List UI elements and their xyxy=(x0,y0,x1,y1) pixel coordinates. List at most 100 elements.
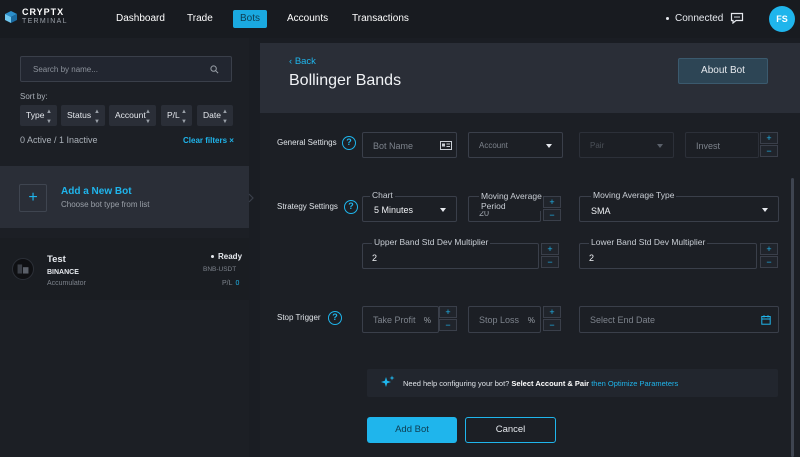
sort-account-button[interactable]: Account ▲ ▼ xyxy=(109,105,156,126)
account-select[interactable]: Account xyxy=(468,132,563,158)
search-input[interactable] xyxy=(21,57,201,81)
percent-label: % xyxy=(423,316,431,325)
bot-name: Test xyxy=(47,254,66,265)
bot-pl: P/L 0 xyxy=(222,280,240,287)
about-bot-button[interactable]: About Bot xyxy=(678,58,768,84)
clear-filters-link[interactable]: Clear filters × xyxy=(183,136,234,145)
nav-bots[interactable]: Bots xyxy=(233,10,268,28)
bot-list-item[interactable]: Test BINANCE Accumulator Ready BNB-USDT … xyxy=(0,238,249,300)
stop-loss-stepper: + − xyxy=(543,306,561,331)
sort-arrows-icon: ▲ ▼ xyxy=(222,109,228,125)
plus-icon: + xyxy=(19,184,47,212)
search-icon[interactable] xyxy=(210,65,219,74)
chevron-down-icon xyxy=(440,208,446,212)
increment-button[interactable]: + xyxy=(543,196,561,208)
bot-exchange: BINANCE xyxy=(47,269,79,276)
help-icon[interactable]: ? xyxy=(344,200,358,214)
sort-arrows-icon: ▲ ▼ xyxy=(46,109,52,125)
add-bot-subtitle: Choose bot type from list xyxy=(61,200,150,209)
calendar-icon[interactable] xyxy=(761,315,771,325)
sort-type-button[interactable]: Type ▲ ▼ xyxy=(20,105,57,126)
id-card-icon xyxy=(440,141,452,150)
bot-counts: 0 Active / 1 Inactive xyxy=(20,135,98,145)
chevron-down-icon xyxy=(657,144,663,148)
back-link[interactable]: ‹ Back xyxy=(289,56,316,67)
add-bot-title: Add a New Bot xyxy=(61,186,132,197)
general-settings-label: General Settings xyxy=(277,138,337,147)
help-banner: Need help configuring your bot? Select A… xyxy=(367,369,778,397)
upper-band-label: Upper Band Std Dev Multiplier xyxy=(372,237,491,247)
stop-loss-field[interactable]: Stop Loss % xyxy=(468,306,541,333)
decrement-button[interactable]: − xyxy=(541,256,559,268)
increment-button[interactable]: + xyxy=(439,306,457,318)
add-new-bot-card[interactable]: + Add a New Bot Choose bot type from lis… xyxy=(0,166,249,228)
app-logo[interactable]: CRYPTX TERMINAL xyxy=(4,8,68,26)
help-icon[interactable]: ? xyxy=(342,136,356,150)
sort-arrows-icon: ▲ ▼ xyxy=(145,109,151,125)
chevron-down-icon xyxy=(546,144,552,148)
chat-bubble-icon[interactable] xyxy=(730,12,744,24)
upper-band-stepper: + − xyxy=(541,243,559,268)
sort-pl-button[interactable]: P/L ▲ ▼ xyxy=(161,105,192,126)
decrement-button[interactable]: − xyxy=(760,256,778,268)
top-bar: CRYPTX TERMINAL Dashboard Trade Bots Acc… xyxy=(0,0,800,38)
ma-period-stepper: + − xyxy=(543,196,561,221)
chevron-down-icon xyxy=(762,208,768,212)
sort-status-button[interactable]: Status ▲ ▼ xyxy=(61,105,105,126)
percent-label: % xyxy=(527,316,535,325)
bot-pair: BNB-USDT xyxy=(203,266,237,273)
help-bold-text: Select Account & Pair xyxy=(511,379,590,388)
scrollbar[interactable] xyxy=(791,178,794,457)
connection-status: Connected xyxy=(666,13,723,24)
cancel-button[interactable]: Cancel xyxy=(465,417,556,443)
lower-band-label: Lower Band Std Dev Multiplier xyxy=(589,237,708,247)
bot-status: Ready xyxy=(211,252,242,261)
nav-accounts[interactable]: Accounts xyxy=(287,10,328,28)
decrement-button[interactable]: − xyxy=(543,319,561,331)
cube-logo-icon xyxy=(5,11,17,23)
increment-button[interactable]: + xyxy=(541,243,559,255)
increment-button[interactable]: + xyxy=(543,306,561,318)
invest-stepper: + − xyxy=(760,132,778,157)
bot-settings-form xyxy=(260,113,800,457)
help-icon[interactable]: ? xyxy=(328,311,342,325)
take-profit-field[interactable]: Take Profit % xyxy=(362,306,439,333)
nav-dashboard[interactable]: Dashboard xyxy=(116,10,165,28)
invest-field[interactable]: Invest xyxy=(685,132,759,158)
status-dot xyxy=(666,17,669,20)
search-box xyxy=(20,56,232,82)
decrement-button[interactable]: − xyxy=(543,209,561,221)
bot-exchange-logo-icon xyxy=(12,258,34,280)
nav-transactions[interactable]: Transactions xyxy=(352,10,409,28)
strategy-settings-label: Strategy Settings xyxy=(277,202,338,211)
increment-button[interactable]: + xyxy=(760,132,778,144)
user-avatar[interactable]: FS xyxy=(769,6,795,32)
sort-date-button[interactable]: Date ▲ ▼ xyxy=(197,105,233,126)
sparkle-icon xyxy=(381,375,395,387)
logo-title: CRYPTX xyxy=(22,7,65,17)
pair-select[interactable]: Pair xyxy=(579,132,674,158)
stop-trigger-label: Stop Trigger xyxy=(277,313,321,322)
nav-trade[interactable]: Trade xyxy=(187,10,213,28)
chart-label: Chart xyxy=(370,190,395,200)
page-title: Bollinger Bands xyxy=(289,72,402,89)
sort-arrows-icon: ▲ ▼ xyxy=(94,109,100,125)
bot-strategy: Accumulator xyxy=(47,280,86,287)
status-dot xyxy=(211,255,214,258)
optimize-parameters-link[interactable]: then Optimize Parameters xyxy=(591,379,678,388)
logo-subtitle: TERMINAL xyxy=(22,18,68,25)
sidebar: Sort by: Type▲▼ Status▲▼ Account▲▼ P/L▲▼… xyxy=(0,38,249,457)
connection-label: Connected xyxy=(675,13,724,24)
decrement-button[interactable]: − xyxy=(760,145,778,157)
lower-band-stepper: + − xyxy=(760,243,778,268)
chevron-right-icon xyxy=(248,193,254,203)
bot-name-field[interactable]: Bot Name xyxy=(362,132,457,158)
ma-type-label: Moving Average Type xyxy=(591,190,677,200)
end-date-field[interactable]: Select End Date xyxy=(579,306,779,333)
add-bot-button[interactable]: Add Bot xyxy=(367,417,457,443)
ma-period-label: Moving Average Period xyxy=(479,191,549,211)
sort-by-label: Sort by: xyxy=(20,92,48,101)
increment-button[interactable]: + xyxy=(760,243,778,255)
decrement-button[interactable]: − xyxy=(439,319,457,331)
take-profit-stepper: + − xyxy=(439,306,457,331)
